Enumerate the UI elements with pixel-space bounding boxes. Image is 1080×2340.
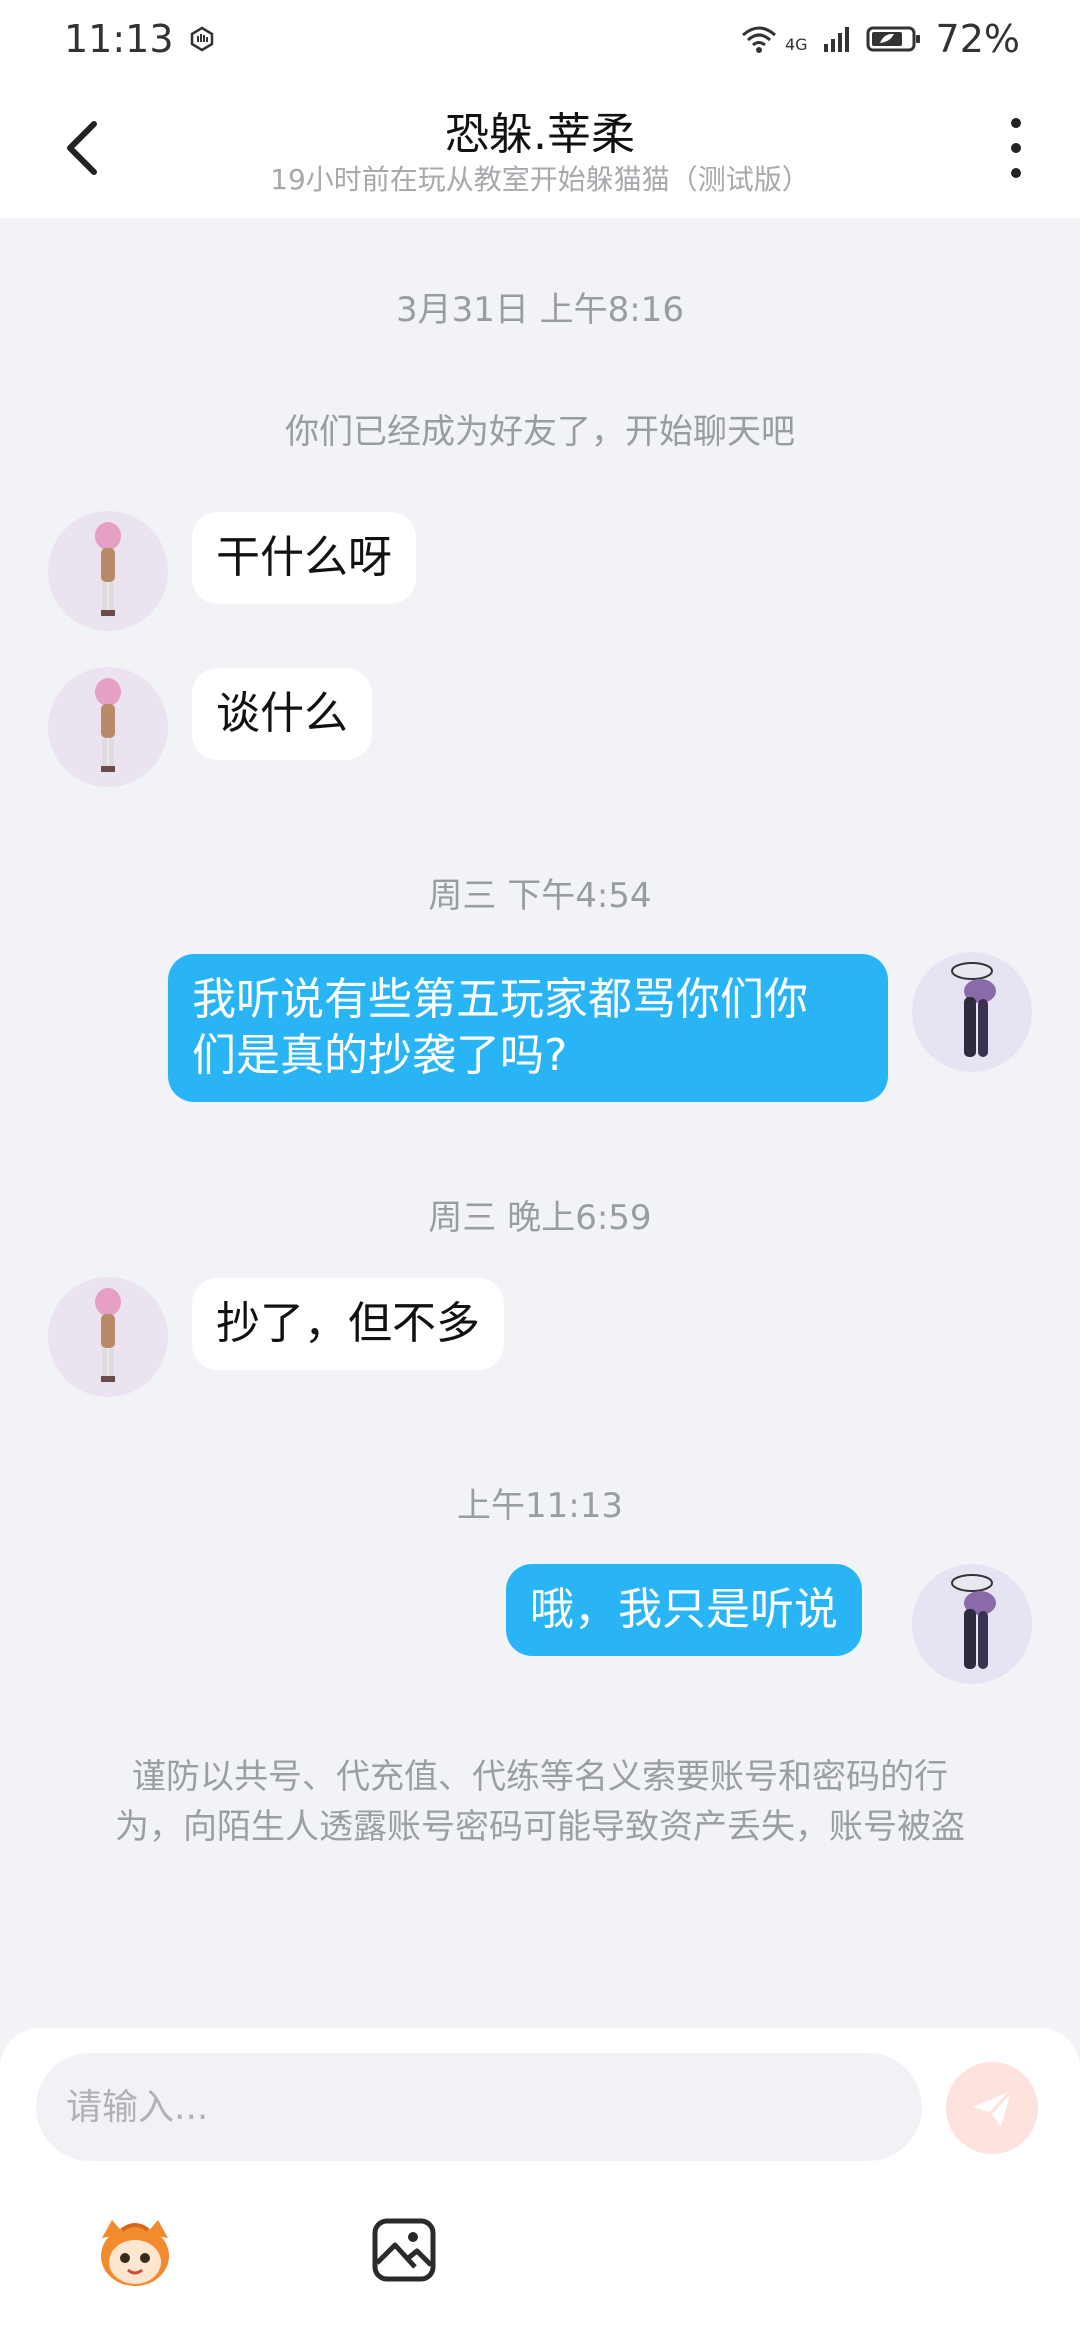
sticker-button[interactable] — [92, 2208, 178, 2294]
timestamp: 周三 晚上6:59 — [428, 1198, 652, 1238]
send-icon — [973, 2089, 1013, 2127]
network-type: 4G — [784, 35, 808, 54]
system-message: 你们已经成为好友了，开始聊天吧 — [285, 412, 795, 452]
status-time: 11:13 — [64, 17, 174, 61]
character-avatar-icon — [95, 522, 121, 616]
image-icon — [372, 2218, 436, 2282]
battery-percent: 72% — [935, 17, 1020, 61]
signal-icon — [823, 27, 849, 52]
message-bubble-received[interactable]: 干什么呀 — [192, 512, 416, 604]
sticker-icon — [101, 2220, 169, 2286]
message-bubble-received[interactable]: 谈什么 — [192, 668, 372, 760]
contact-avatar[interactable] — [48, 1277, 168, 1397]
character-avatar-icon — [951, 962, 996, 1057]
status-bar: 11:13 4G 72% — [0, 0, 1080, 78]
timestamp: 周三 下午4:54 — [428, 876, 652, 916]
message-bubble-sent[interactable]: 哦，我只是听说 — [506, 1564, 862, 1656]
contact-name: 恐躲.莘柔 — [445, 109, 635, 160]
more-vertical-icon — [1011, 118, 1021, 128]
more-options-button[interactable] — [996, 118, 1036, 178]
chat-header: 恐躲.莘柔 19小时前在玩从教室开始躲猫猫（测试版） — [0, 78, 1080, 218]
wifi-icon — [741, 26, 776, 53]
input-panel — [0, 2028, 1080, 2340]
message-line: 们是真的抄袭了吗? — [192, 1030, 568, 1081]
battery-icon — [866, 26, 920, 52]
message-input[interactable] — [36, 2053, 922, 2161]
send-button[interactable] — [946, 2062, 1038, 2154]
message-bubble-sent[interactable]: 我听说有些第五玩家都骂你们你 们是真的抄袭了吗? — [168, 954, 888, 1102]
contact-status: 19小时前在玩从教室开始躲猫猫（测试版） — [270, 163, 810, 196]
contact-avatar[interactable] — [48, 511, 168, 631]
message-bubble-received[interactable]: 抄了，但不多 — [192, 1278, 504, 1370]
my-avatar[interactable] — [912, 1564, 1032, 1684]
my-avatar[interactable] — [912, 952, 1032, 1072]
character-avatar-icon — [95, 1288, 121, 1382]
contact-avatar[interactable] — [48, 667, 168, 787]
security-notice: 谨防以共号、代充值、代练等名义索要账号和密码的行 为，向陌生人透露账号密码可能导… — [115, 1757, 965, 1847]
hand-notification-icon — [190, 26, 213, 52]
message-line: 我听说有些第五玩家都骂你们你 — [192, 974, 808, 1025]
image-button[interactable] — [368, 2214, 440, 2286]
character-avatar-icon — [951, 1574, 996, 1669]
timestamp: 3月31日 上午8:16 — [395, 290, 685, 330]
character-avatar-icon — [95, 678, 121, 772]
timestamp: 上午11:13 — [457, 1486, 623, 1526]
